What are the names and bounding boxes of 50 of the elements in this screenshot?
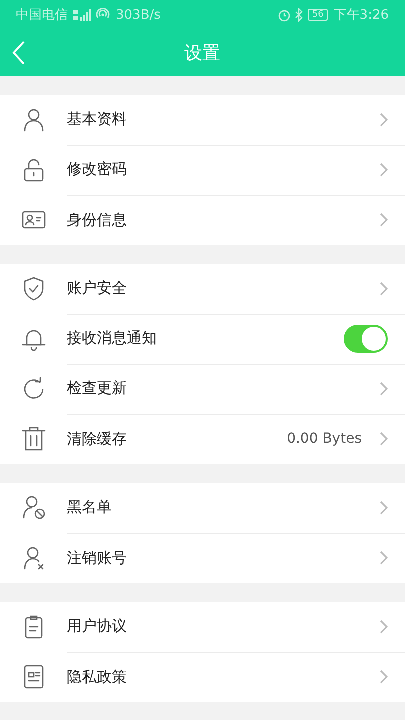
chevron-icon bbox=[380, 162, 388, 176]
settings-row[interactable]: 身份信息 bbox=[0, 195, 405, 245]
shield-check-icon bbox=[22, 277, 46, 301]
row-label: 修改密码 bbox=[67, 160, 127, 179]
person-blocked-icon bbox=[22, 496, 46, 520]
chevron-icon bbox=[380, 432, 388, 446]
page-title: 设置 bbox=[184, 42, 220, 65]
row-label: 账户安全 bbox=[67, 279, 127, 298]
row-label: 检查更新 bbox=[67, 379, 127, 398]
cache-size: 0.00 Bytes bbox=[287, 431, 362, 447]
row-label: 注销账号 bbox=[67, 548, 127, 568]
chevron-icon bbox=[380, 551, 388, 565]
person-remove-icon bbox=[22, 546, 46, 570]
battery-icon: 56 bbox=[308, 9, 328, 21]
back-icon[interactable] bbox=[12, 41, 26, 65]
chevron-icon bbox=[380, 670, 388, 684]
chevron-icon bbox=[380, 382, 388, 396]
settings-row[interactable]: 检查更新 bbox=[0, 364, 405, 414]
settings-row[interactable]: 隐私政策 bbox=[0, 652, 405, 702]
carrier-name: 中国电信 bbox=[16, 7, 68, 24]
trash-icon bbox=[22, 427, 46, 451]
clock: 下午3:26 bbox=[334, 7, 389, 24]
settings-row[interactable]: 清除缓存 0.00 Bytes bbox=[0, 414, 405, 464]
row-label: 用户协议 bbox=[67, 617, 127, 636]
settings-row[interactable]: 接收消息通知 bbox=[0, 314, 405, 364]
row-label: 接收消息通知 bbox=[67, 329, 157, 348]
settings-row[interactable]: 修改密码 bbox=[0, 145, 405, 195]
settings-row[interactable]: 黑名单 bbox=[0, 483, 405, 533]
bluetooth-icon bbox=[295, 8, 304, 22]
settings-row[interactable]: 基本资料 bbox=[0, 95, 405, 145]
person-icon bbox=[22, 108, 46, 132]
row-label: 黑名单 bbox=[67, 498, 112, 517]
chevron-icon bbox=[380, 213, 388, 227]
network-speed: 303B/s bbox=[116, 8, 161, 22]
padlock-icon bbox=[22, 158, 46, 182]
alarm-icon bbox=[278, 8, 292, 22]
row-label: 隐私政策 bbox=[67, 668, 127, 686]
row-label: 基本资料 bbox=[67, 110, 127, 129]
signal-icon bbox=[72, 9, 92, 21]
row-label: 身份信息 bbox=[67, 210, 127, 230]
settings-row[interactable]: 注销账号 bbox=[0, 533, 405, 583]
chevron-icon bbox=[380, 620, 388, 634]
chevron-icon bbox=[380, 282, 388, 296]
chevron-icon bbox=[380, 500, 388, 514]
row-label: 清除缓存 bbox=[67, 430, 127, 448]
chevron-icon bbox=[380, 112, 388, 126]
settings-row[interactable]: 用户协议 bbox=[0, 602, 405, 652]
refresh-icon bbox=[22, 377, 46, 401]
settings-row[interactable]: 账户安全 bbox=[0, 264, 405, 314]
toggle-switch[interactable] bbox=[344, 324, 388, 352]
